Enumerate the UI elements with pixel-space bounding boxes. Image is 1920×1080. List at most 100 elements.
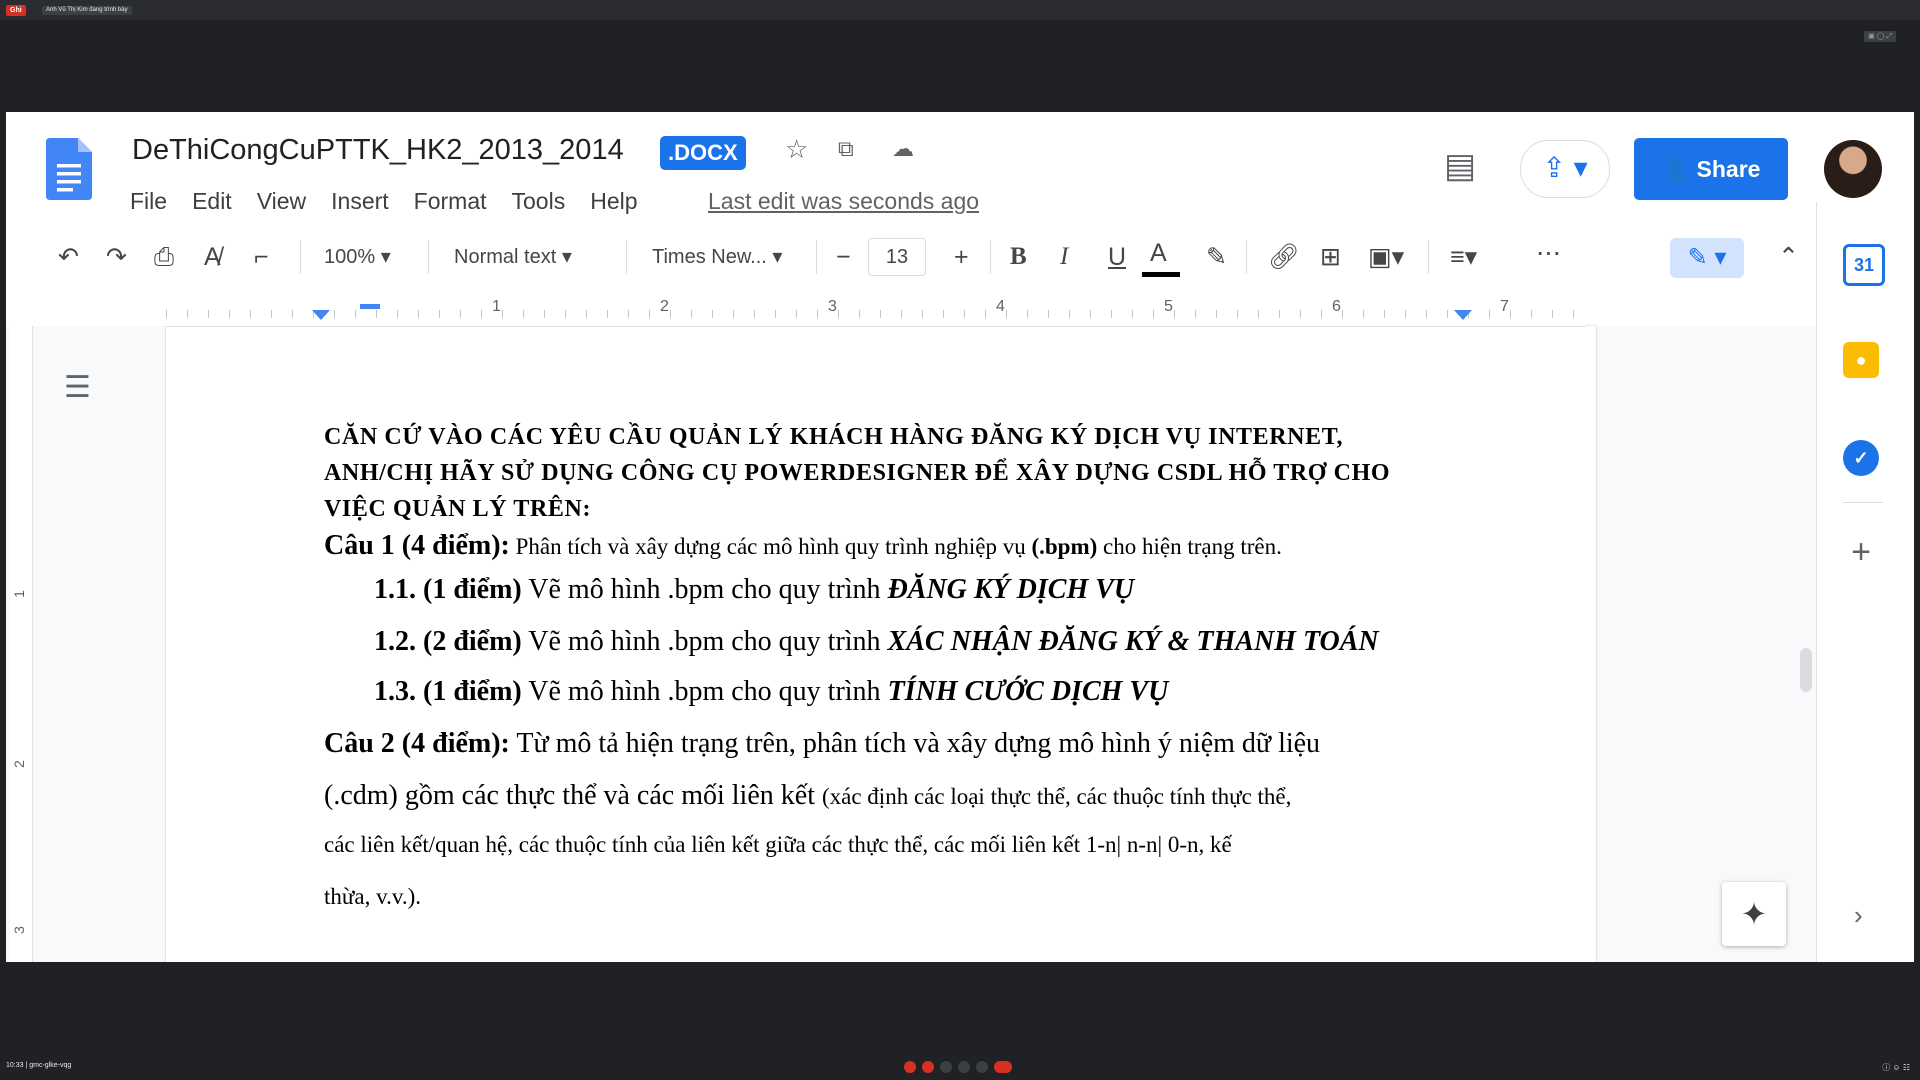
text-color-icon[interactable]: A (1150, 238, 1167, 268)
raise-hand-icon[interactable] (940, 1061, 952, 1073)
calendar-icon[interactable]: 31 (1843, 244, 1885, 286)
underline-icon[interactable]: U (1108, 242, 1126, 272)
keep-icon[interactable]: ● (1843, 342, 1879, 378)
document-page[interactable]: CĂN CỨ VÀO CÁC YÊU CẦU QUẢN LÝ KHÁCH HÀN… (166, 326, 1596, 962)
toolbar-divider (626, 240, 627, 274)
meet-view-options-icon[interactable]: ▣ ◯ ⤢ (1864, 31, 1896, 42)
ruler-number: 4 (996, 298, 1005, 315)
add-addon-icon[interactable]: + (1843, 534, 1879, 570)
more-options-icon[interactable] (976, 1061, 988, 1073)
file-type-badge: .DOCX (660, 136, 746, 170)
question-1-3-text: Vẽ mô hình .bpm cho quy trình (521, 676, 888, 707)
meet-top-bar (0, 0, 1920, 20)
ruler-number: 2 (660, 298, 669, 315)
right-indent-marker[interactable] (1454, 310, 1472, 320)
horizontal-ruler: 1 2 3 4 5 6 7 (166, 294, 1586, 327)
paragraph-style-select[interactable]: Normal text ▾ (454, 242, 572, 272)
meet-side-icons[interactable]: ⓘ ☺ ☷ (1882, 1062, 1910, 1073)
presenter-label: Anh Vũ Thị Kim đang trình bày (42, 6, 132, 15)
question-2-line: thừa, v.v.). (324, 884, 421, 909)
question-1-2-emphasis: XÁC NHẬN ĐĂNG KÝ & THANH TOÁN (887, 626, 1379, 657)
document-outline-icon[interactable]: ☰ (64, 370, 91, 405)
menu-insert[interactable]: Insert (331, 184, 389, 218)
left-indent-marker[interactable] (312, 310, 330, 320)
first-line-indent-marker[interactable] (360, 304, 380, 309)
spellcheck-icon[interactable]: A̸ (204, 242, 221, 272)
zoom-select[interactable]: 100% ▾ (324, 242, 391, 272)
align-icon[interactable]: ≡▾ (1450, 242, 1477, 272)
formatting-toolbar: ↶ ↷ ⎙ A̸ ⌐ 100% ▾ Normal text ▾ Times Ne… (6, 228, 1816, 286)
meeting-time: 10:33 | gmc-glke-vqg (6, 1062, 72, 1069)
last-edit-link[interactable]: Last edit was seconds ago (708, 184, 979, 218)
cloud-status-icon[interactable]: ☁ (892, 134, 914, 164)
collapse-menus-icon[interactable]: ⌃ (1778, 242, 1799, 272)
present-button[interactable]: ⇪ ▾ (1520, 140, 1610, 198)
chevron-down-icon: ▾ (772, 246, 783, 268)
ruler-number: 1 (492, 298, 501, 315)
share-label: Share (1696, 156, 1761, 182)
add-comment-icon[interactable]: ⊞ (1320, 242, 1341, 272)
vertical-ruler: 1 2 3 (10, 326, 33, 962)
bold-icon[interactable]: B (1010, 242, 1027, 272)
menu-help[interactable]: Help (590, 184, 637, 218)
toolbar-divider (428, 240, 429, 274)
present-screen-icon[interactable] (958, 1061, 970, 1073)
font-size-input[interactable]: 13 (868, 238, 926, 276)
question-2-line: (.cdm) gồm các thực thể và các mối liên … (324, 780, 1291, 812)
undo-icon[interactable]: ↶ (58, 242, 79, 272)
side-panel-divider (1843, 502, 1883, 503)
chevron-right-icon[interactable]: › (1854, 900, 1863, 931)
document-title[interactable]: DeThiCongCuPTTK_HK2_2013_2014 (132, 132, 624, 168)
editing-mode-button[interactable]: ✎ ▾ (1670, 238, 1744, 278)
increase-font-size-icon[interactable]: + (954, 242, 969, 272)
present-icon: ⇪ ▾ (1542, 152, 1588, 183)
question-1-1-paragraph: 1.1. (1 điểm) Vẽ mô hình .bpm cho quy tr… (374, 574, 1134, 606)
question-1-3-label: 1.3. (1 điểm) (374, 676, 522, 707)
hang-up-button[interactable] (994, 1061, 1012, 1073)
menu-format[interactable]: Format (414, 184, 487, 218)
camera-off-icon[interactable] (922, 1061, 934, 1073)
question-1-3-paragraph: 1.3. (1 điểm) Vẽ mô hình .bpm cho quy tr… (374, 676, 1168, 708)
chevron-down-icon: ▾ (561, 246, 572, 268)
insert-link-icon[interactable]: 🔗︎ (1268, 242, 1300, 272)
move-to-folder-icon[interactable]: ⧉ (838, 134, 854, 164)
meet-bottom-bar: 10:33 | gmc-glke-vqg ⓘ ☺ ☷ (0, 1054, 1920, 1080)
ruler-number: 6 (1332, 298, 1341, 315)
highlight-color-icon[interactable]: ✎ (1206, 242, 1227, 272)
avatar[interactable] (1824, 140, 1882, 198)
toolbar-divider (1428, 240, 1429, 274)
toolbar-divider (990, 240, 991, 274)
microphone-off-icon[interactable] (904, 1061, 916, 1073)
menu-edit[interactable]: Edit (192, 184, 232, 218)
question-2-paragraph: Câu 2 (4 điểm): Từ mô tả hiện trạng trên… (324, 728, 1320, 760)
toolbar-divider (816, 240, 817, 274)
side-panel: 31 ● ✓ + (1816, 202, 1914, 962)
menu-tools[interactable]: Tools (512, 184, 566, 218)
italic-icon[interactable]: I (1060, 242, 1068, 272)
meet-controls (904, 1061, 1012, 1073)
menu-file[interactable]: File (130, 184, 167, 218)
share-button[interactable]: 👤 Share (1634, 138, 1788, 200)
toolbar-divider (1246, 240, 1247, 274)
menu-view[interactable]: View (257, 184, 306, 218)
font-select[interactable]: Times New... ▾ (652, 242, 782, 272)
tasks-icon[interactable]: ✓ (1843, 440, 1879, 476)
paint-format-icon[interactable]: ⌐ (254, 242, 269, 272)
comments-icon[interactable]: ▤ (1444, 146, 1476, 186)
recording-badge: Ghi (6, 5, 26, 16)
vertical-scrollbar[interactable] (1800, 648, 1812, 692)
question-1-1-label: 1.1. (1 điểm) (374, 574, 522, 605)
more-options-icon[interactable]: ⋯ (1536, 238, 1561, 268)
paragraph-style-value: Normal text (454, 246, 557, 268)
heading-line: VIỆC QUẢN LÝ TRÊN: (324, 496, 592, 522)
google-docs-logo-icon[interactable] (46, 138, 92, 200)
question-1-1-text: Vẽ mô hình .bpm cho quy trình (521, 574, 888, 605)
question-2-line: các liên kết/quan hệ, các thuộc tính của… (324, 832, 1232, 857)
explore-button[interactable]: ✦ (1722, 882, 1786, 946)
decrease-font-size-icon[interactable]: − (836, 242, 851, 272)
print-icon[interactable]: ⎙ (154, 242, 174, 272)
star-icon[interactable]: ☆ (785, 134, 808, 164)
ruler-ticks (166, 310, 1586, 318)
redo-icon[interactable]: ↷ (106, 242, 127, 272)
insert-image-icon[interactable]: ▣▾ (1368, 242, 1404, 272)
